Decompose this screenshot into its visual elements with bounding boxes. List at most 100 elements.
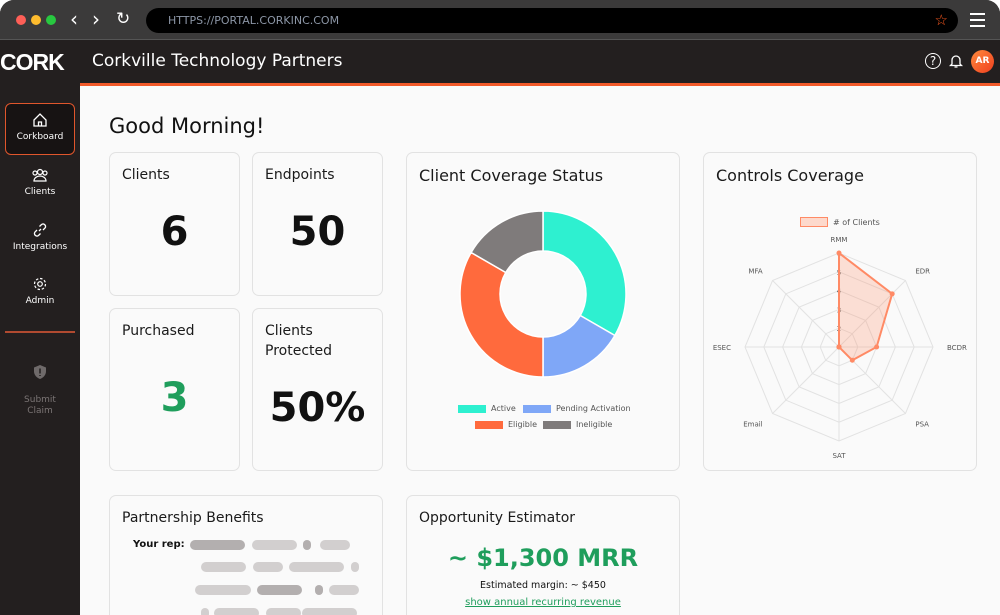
browser-toolbar: ‹ › ↻ HTTPS://PORTAL.CORKINC.COM ☆ (0, 0, 1000, 40)
company-name: Corkville Technology Partners (92, 51, 343, 71)
controls-coverage-card: Controls Coverage # of Clients RMM EDR BCD… (703, 152, 977, 471)
stat-value: 50% (269, 385, 366, 431)
redacted-text-bar (320, 540, 350, 550)
sidebar-item-label: Submit Claim (24, 395, 56, 416)
legend-label: Eligible (508, 420, 538, 429)
gear-icon (33, 277, 47, 291)
legend-item-pending[interactable]: Pending Activation (523, 404, 631, 413)
redacted-text-bar (303, 540, 311, 550)
redacted-text-bar (266, 608, 301, 615)
redacted-text-bar (253, 562, 283, 572)
redacted-text-bar (201, 608, 209, 615)
legend-swatch (475, 420, 503, 429)
sidebar-item-label: Integrations (12, 242, 68, 252)
redacted-text-bar (257, 585, 302, 595)
radar-point-rmm[interactable] (836, 250, 842, 256)
redacted-text-bar (190, 540, 245, 550)
back-button[interactable]: ‹ (70, 8, 78, 30)
forward-button[interactable]: › (92, 8, 100, 30)
client-coverage-card: Client Coverage Status Active Pending Ac… (406, 152, 680, 471)
sidebar-item-label: Clients (24, 187, 56, 197)
radar-series-area (838, 250, 894, 362)
stat-value: 50 (289, 209, 346, 255)
opportunity-estimator-card: Opportunity Estimator ~ $1,300 MRR Estim… (406, 495, 680, 615)
bell-icon[interactable] (948, 53, 964, 69)
margin-estimate: Estimated margin: ~ $450 (480, 580, 606, 591)
radar-chart: RMMEDRBCDRPSASATEmailESECMFA23456 (713, 236, 967, 460)
purchased-stat-card[interactable]: Purchased 3 (109, 308, 240, 471)
home-icon (33, 113, 47, 127)
legend-label: Ineligible (576, 420, 613, 429)
sidebar-item-corkboard[interactable]: Corkboard (5, 103, 75, 155)
stat-label: Purchased (122, 323, 195, 339)
redacted-text-bar (201, 562, 246, 572)
radar-point-mfa[interactable] (836, 344, 842, 350)
radar-axis-label: SAT (832, 452, 846, 460)
stat-label: Clients Protected (265, 323, 332, 359)
radar-axis-label: MFA (748, 268, 762, 276)
radar-axis-label: EDR (915, 268, 930, 276)
radar-point-bcdr[interactable] (874, 344, 880, 350)
close-window-button[interactable] (16, 15, 26, 25)
radar-axis-label: Email (743, 420, 762, 428)
browser-window: ‹ › ↻ HTTPS://PORTAL.CORKINC.COM ☆ CORK C… (0, 0, 1000, 615)
address-bar[interactable]: HTTPS://PORTAL.CORKINC.COM ☆ (146, 8, 958, 33)
help-icon[interactable]: ? (925, 53, 941, 69)
sidebar: Corkboard Clients Integrations Admin Sub… (0, 83, 80, 615)
link-icon (33, 223, 47, 237)
show-arr-link[interactable]: show annual recurring revenue (407, 596, 679, 609)
url-text: HTTPS://PORTAL.CORKINC.COM (168, 14, 340, 27)
clients-protected-stat-card[interactable]: Clients Protected 50% (252, 308, 383, 471)
sidebar-item-integrations[interactable]: Integrations (5, 214, 75, 266)
minimize-window-button[interactable] (31, 15, 41, 25)
sidebar-item-admin[interactable]: Admin (5, 268, 75, 320)
radar-axis-label: PSA (915, 420, 929, 428)
partnership-benefits-card: Partnership Benefits Your rep: (109, 495, 383, 615)
redacted-text-bar (315, 585, 323, 595)
radar-point-psa[interactable] (849, 357, 855, 363)
legend-item-active[interactable]: Active (458, 404, 516, 413)
redacted-text-bar (289, 562, 344, 572)
shield-alert-icon (34, 365, 46, 379)
legend-label: Pending Activation (556, 404, 631, 413)
main-content: Good Morning! Clients 6 Endpoints 50 Pur… (80, 83, 1000, 615)
greeting: Good Morning! (109, 114, 265, 138)
radar-axis-label: BCDR (947, 344, 967, 352)
bookmark-star-icon[interactable]: ☆ (935, 8, 948, 33)
redacted-text-bar (302, 608, 357, 615)
stat-label: Endpoints (265, 167, 335, 183)
sidebar-item-label: Admin (25, 296, 55, 306)
stat-value: 6 (160, 209, 189, 255)
mrr-estimate: ~ $1,300 MRR (447, 544, 639, 572)
user-avatar[interactable]: AR (971, 50, 994, 73)
sidebar-item-label: Corkboard (16, 132, 64, 142)
donut-slice-eligible[interactable] (459, 251, 544, 378)
legend-swatch (543, 420, 571, 429)
redacted-text-bar (214, 608, 259, 615)
maximize-window-button[interactable] (46, 15, 56, 25)
redacted-text-bar (195, 585, 251, 595)
logo[interactable]: CORK (0, 49, 65, 76)
sidebar-item-clients[interactable]: Clients (5, 159, 75, 211)
redacted-text-bar (351, 562, 359, 572)
clients-stat-card[interactable]: Clients 6 (109, 152, 240, 296)
legend-swatch (458, 404, 486, 413)
redacted-text-bar (252, 540, 297, 550)
stat-label: Clients (122, 167, 170, 183)
endpoints-stat-card[interactable]: Endpoints 50 (252, 152, 383, 296)
donut-slice-active[interactable] (542, 210, 627, 337)
rep-label: Your rep: (133, 539, 185, 550)
legend-item-ineligible[interactable]: Ineligible (543, 420, 612, 429)
submit-claim-button[interactable]: Submit Claim (5, 345, 75, 416)
card-title: Opportunity Estimator (419, 510, 576, 526)
card-title: Partnership Benefits (122, 510, 264, 526)
users-icon (32, 168, 48, 182)
stat-value: 3 (160, 375, 189, 421)
browser-menu-icon[interactable] (970, 13, 985, 31)
sidebar-divider (5, 331, 75, 333)
radar-axis-label: ESEC (713, 344, 731, 352)
reload-button[interactable]: ↻ (116, 8, 130, 30)
radar-point-edr[interactable] (889, 291, 895, 297)
legend-item-eligible[interactable]: Eligible (475, 420, 537, 429)
redacted-text-bar (329, 585, 359, 595)
